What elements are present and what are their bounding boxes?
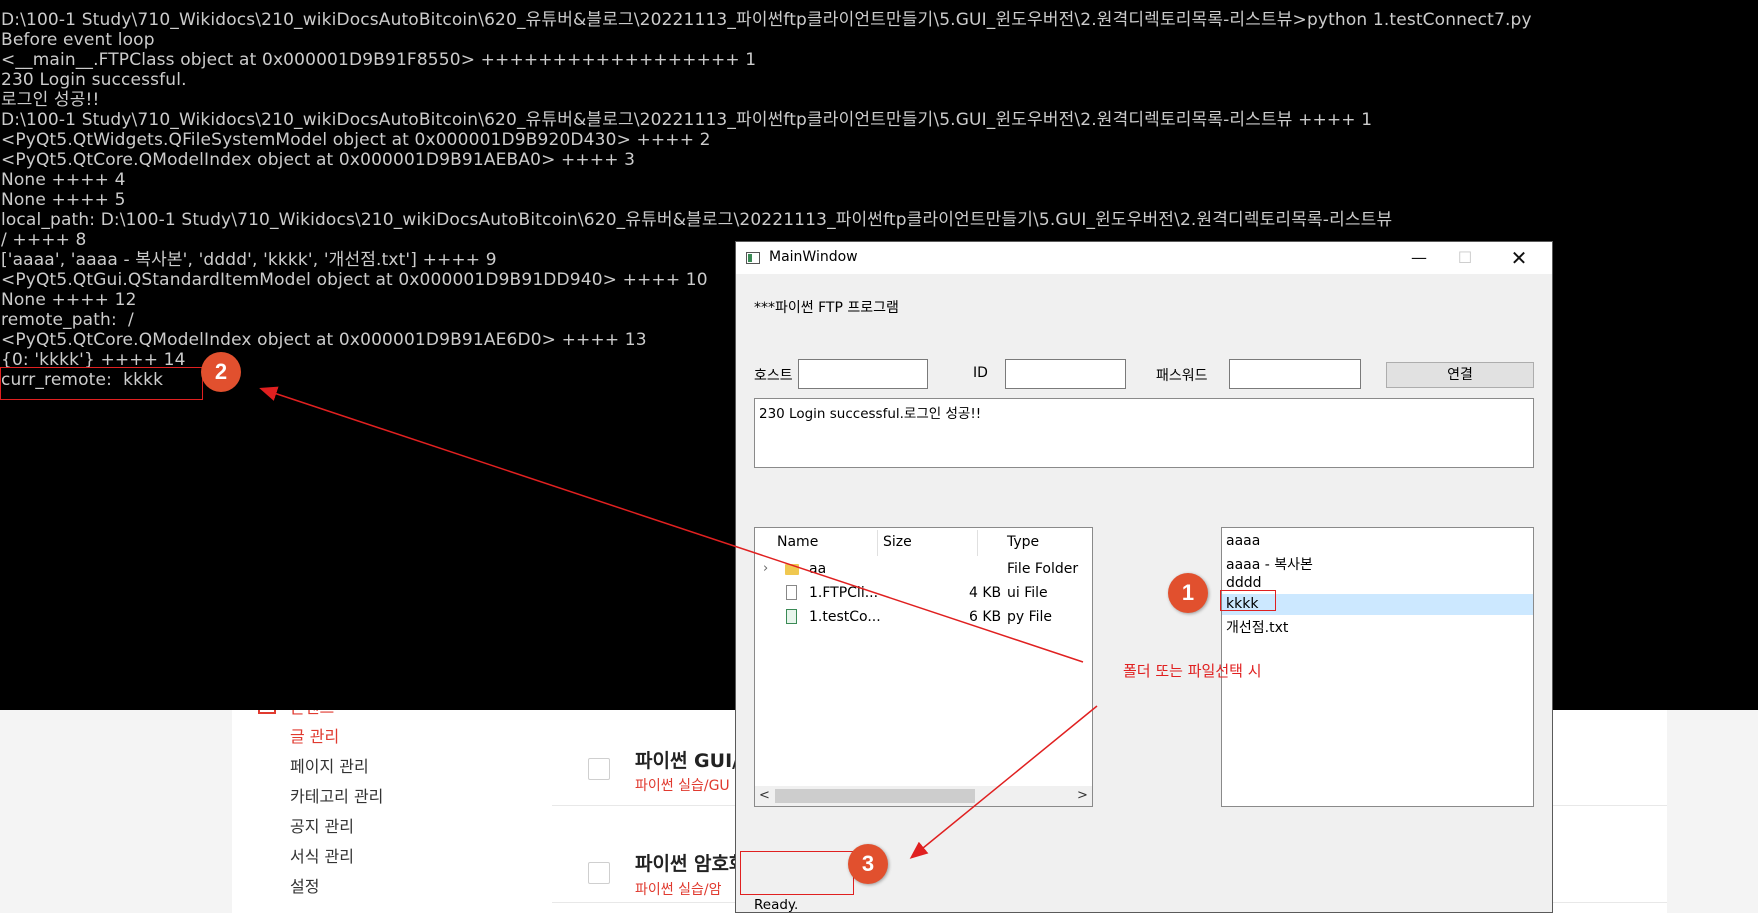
tree-item-type: ui File (1007, 585, 1048, 601)
sidebar-item-settings[interactable]: 설정 (290, 873, 319, 897)
tree-item-type: File Folder (1007, 561, 1079, 577)
close-button[interactable]: ✕ (1496, 242, 1542, 274)
host-input[interactable] (798, 359, 928, 389)
console-line: <PyQt5.QtGui.QStandardItemModel object a… (1, 270, 708, 290)
post-checkbox[interactable] (588, 758, 610, 780)
tree-item-name: 1.FTPCli... (809, 585, 879, 601)
local-file-tree[interactable]: Name Size Type › aa File Folder 1.FTPCli… (754, 527, 1093, 807)
post-category[interactable]: 파이썬 실습/암 (635, 879, 721, 899)
console-line: D:\100-1 Study\710_Wikidocs\210_wikiDocs… (1, 110, 1373, 130)
console-line: remote_path: / (1, 310, 134, 330)
scroll-right-icon[interactable]: > (1077, 786, 1088, 806)
post-category[interactable]: 파이썬 실습/GU (635, 775, 730, 795)
scroll-left-icon[interactable]: < (759, 786, 770, 806)
list-item[interactable]: 개선점.txt (1222, 615, 1533, 636)
connect-button[interactable]: 연결 (1386, 362, 1534, 388)
sidebar-item-page-manage[interactable]: 페이지 관리 (290, 753, 369, 777)
tree-item-name: 1.testCo... (809, 609, 881, 625)
id-input[interactable] (1005, 359, 1126, 389)
tree-item-name: aa (809, 561, 827, 577)
log-textbox[interactable]: 230 Login successful.로그인 성공!! (754, 398, 1534, 468)
console-line: <PyQt5.QtCore.QModelIndex object at 0x00… (1, 150, 636, 170)
folder-icon (785, 564, 799, 575)
scrollbar-thumb[interactable] (775, 789, 975, 803)
console-line: <PyQt5.QtCore.QModelIndex object at 0x00… (1, 330, 647, 350)
console-line: local_path: D:\100-1 Study\710_Wikidocs\… (1, 210, 1393, 230)
sidebar-item-notice-manage[interactable]: 공지 관리 (290, 813, 354, 837)
file-icon (786, 585, 797, 600)
ftp-main-window[interactable]: MainWindow — ☐ ✕ ***파이썬 FTP 프로그램 호스트 ID … (735, 241, 1553, 913)
column-header-type[interactable]: Type (1007, 534, 1039, 550)
window-title: MainWindow (769, 249, 858, 265)
password-input[interactable] (1229, 359, 1361, 389)
sidebar-item-template-manage[interactable]: 서식 관리 (290, 843, 354, 867)
console-line: 230 Login successful. (1, 70, 187, 90)
app-heading: ***파이썬 FTP 프로그램 (754, 300, 899, 316)
title-bar[interactable]: MainWindow — ☐ ✕ (736, 242, 1552, 274)
post-checkbox[interactable] (588, 862, 610, 884)
blog-sidebar: 콘텐츠 글 관리 페이지 관리 카테고리 관리 공지 관리 서식 관리 설정 (232, 698, 552, 913)
console-line: 로그인 성공!! (1, 90, 100, 110)
console-line: None ++++ 12 (1, 290, 137, 310)
python-file-icon (786, 609, 797, 624)
sidebar-item-category-manage[interactable]: 카테고리 관리 (290, 783, 383, 807)
tree-item-size: 6 KB (969, 609, 1002, 625)
list-item-label: dddd (1226, 575, 1262, 591)
column-header-size[interactable]: Size (883, 534, 912, 550)
step-badge-1: 1 (1168, 573, 1208, 613)
annotation-note: 폴더 또는 파일선택 시 (1123, 662, 1262, 680)
tree-item-size: 4 KB (969, 585, 1002, 601)
console-line: None ++++ 4 (1, 170, 126, 190)
highlight-box-status (740, 851, 854, 895)
console-line: None ++++ 5 (1, 190, 126, 210)
tree-row-file[interactable]: 1.testCo... 6 KB py File (755, 606, 1092, 630)
column-divider[interactable] (977, 530, 978, 556)
highlight-box-curr-remote (0, 367, 203, 400)
remote-file-list[interactable]: aaaa aaaa - 복사본 dddd kkkk 개선점.txt (1221, 527, 1534, 807)
post-title[interactable]: 파이썬 암호화 (635, 849, 747, 876)
console-line: D:\100-1 Study\710_Wikidocs\210_wikiDocs… (1, 10, 1532, 30)
step-badge-2: 2 (201, 352, 241, 392)
chevron-right-icon[interactable]: › (763, 561, 768, 576)
step-badge-3: 3 (848, 844, 888, 884)
password-label: 패스워드 (1156, 368, 1208, 384)
status-text: Ready. (754, 897, 799, 913)
column-header-name[interactable]: Name (777, 534, 818, 550)
id-label: ID (973, 365, 988, 381)
console-line: <PyQt5.QtWidgets.QFileSystemModel object… (1, 130, 711, 150)
console-line: ['aaaa', 'aaaa - 복사본', 'dddd', 'kkkk', '… (1, 250, 497, 270)
console-line: / ++++ 8 (1, 230, 87, 250)
minimize-button[interactable]: — (1396, 242, 1442, 274)
horizontal-scrollbar[interactable]: < > (755, 786, 1092, 806)
host-label: 호스트 (754, 368, 793, 384)
column-divider[interactable] (877, 530, 878, 556)
post-title[interactable]: 파이썬 GUI/ (635, 746, 739, 773)
app-icon (746, 252, 760, 264)
list-item[interactable]: aaaa - 복사본 (1222, 552, 1533, 573)
sidebar-item-post-manage[interactable]: 글 관리 (290, 723, 339, 747)
tree-item-type: py File (1007, 609, 1053, 625)
list-item-label: 개선점.txt (1226, 620, 1289, 636)
console-line: Before event loop (1, 30, 155, 50)
maximize-button[interactable]: ☐ (1442, 242, 1488, 274)
list-item[interactable]: aaaa (1222, 531, 1533, 552)
tree-row-folder[interactable]: › aa File Folder (755, 558, 1092, 582)
console-line: <__main__.FTPClass object at 0x000001D9B… (1, 50, 757, 70)
list-item-label: aaaa - 복사본 (1226, 557, 1313, 573)
tree-row-file[interactable]: 1.FTPCli... 4 KB ui File (755, 582, 1092, 606)
highlight-box-kkkk (1220, 590, 1276, 611)
list-item-label: aaaa (1226, 533, 1261, 549)
